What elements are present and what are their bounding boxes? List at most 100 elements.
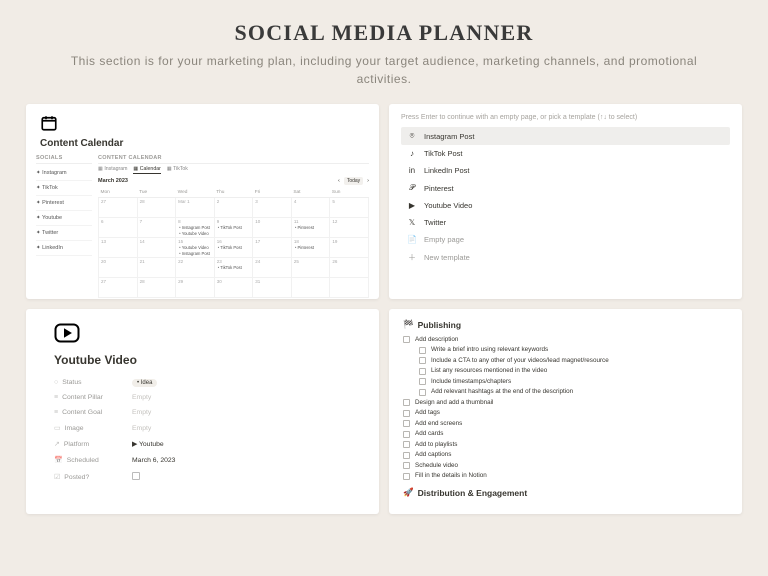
calendar-tab[interactable]: ▦ Calendar <box>133 166 160 174</box>
property-row[interactable]: ▭ImageEmpty <box>54 420 351 436</box>
template-option[interactable]: ＋New template <box>401 248 730 267</box>
calendar-cell[interactable]: 3 <box>253 198 292 218</box>
checklist-item[interactable]: List any resources mentioned in the vide… <box>403 366 728 377</box>
calendar-cell[interactable]: 24 <box>253 258 292 278</box>
checklist-item[interactable]: Schedule video <box>403 460 728 471</box>
property-value[interactable]: March 6, 2023 <box>132 457 175 464</box>
property-row[interactable]: ↗Platform▶ Youtube <box>54 436 351 452</box>
calendar-cell[interactable]: 30 <box>214 278 253 298</box>
checklist-item[interactable]: Add end screens <box>403 418 728 429</box>
checklist-item[interactable]: Include timestamps/chapters <box>403 376 728 387</box>
checkbox[interactable] <box>403 410 410 417</box>
checklist-item[interactable]: Add to playlists <box>403 439 728 450</box>
calendar-cell[interactable]: 21 <box>137 258 176 278</box>
checklist-item[interactable]: Include a CTA to any other of your video… <box>403 355 728 366</box>
calendar-cell[interactable]: 19 <box>330 238 369 258</box>
checklist-item[interactable]: Add tags <box>403 408 728 419</box>
calendar-tabs[interactable]: ▦ Instagram ▦ Calendar ▦ TikTok <box>98 166 369 174</box>
calendar-cell[interactable]: 23TikTok Post <box>214 258 253 278</box>
social-item[interactable]: ✦ TikTok <box>36 181 92 196</box>
next-month[interactable]: › <box>367 178 369 184</box>
checklist-item[interactable]: Add cards <box>403 429 728 440</box>
checkbox[interactable] <box>403 462 410 469</box>
calendar-event[interactable]: TikTok Post <box>217 245 251 250</box>
today-button[interactable]: Today <box>344 177 363 185</box>
template-option[interactable]: inLinkedIn Post <box>401 162 730 179</box>
calendar-cell[interactable]: 4 <box>291 198 330 218</box>
property-value[interactable]: ▶ Youtube <box>132 440 164 448</box>
template-option[interactable]: 𝒫Pinterest <box>401 179 730 197</box>
template-option[interactable]: ▶Youtube Video <box>401 197 730 214</box>
property-row[interactable]: 📅ScheduledMarch 6, 2023 <box>54 452 351 468</box>
calendar-event[interactable]: TikTok Post <box>217 225 251 230</box>
calendar-cell[interactable]: 22 <box>176 258 215 278</box>
property-value[interactable]: Empty <box>132 409 151 416</box>
checkbox[interactable] <box>132 472 140 480</box>
calendar-cell[interactable]: 29 <box>176 278 215 298</box>
calendar-cell[interactable]: 27 <box>99 278 138 298</box>
calendar-cell[interactable]: 6 <box>99 218 138 238</box>
calendar-tab[interactable]: ▦ TikTok <box>167 166 188 174</box>
calendar-cell[interactable]: 27 <box>99 198 138 218</box>
checklist-item[interactable]: Add captions <box>403 450 728 461</box>
property-row[interactable]: ≡Content PillarEmpty <box>54 390 351 405</box>
calendar-cell[interactable]: 18Pinterest <box>291 238 330 258</box>
checkbox[interactable] <box>403 441 410 448</box>
calendar-event[interactable]: Instagram Post <box>178 225 212 230</box>
calendar-cell[interactable]: 17 <box>253 238 292 258</box>
template-option[interactable]: 𝕏Twitter <box>401 214 730 231</box>
checkbox[interactable] <box>403 399 410 406</box>
property-value[interactable] <box>132 472 140 482</box>
checklist-item[interactable]: Fill in the details in Notion <box>403 471 728 482</box>
checklist-item[interactable]: Add description <box>403 334 728 345</box>
calendar-event[interactable]: Instagram Post <box>178 251 212 256</box>
calendar-cell[interactable]: 28 <box>137 198 176 218</box>
calendar-cell[interactable]: 31 <box>253 278 292 298</box>
calendar-cell[interactable]: 14 <box>137 238 176 258</box>
calendar-grid[interactable]: MonTueWedThuFriSatSun 2728Mar 12345678In… <box>98 188 369 298</box>
calendar-cell[interactable]: 8Instagram PostYoutube Video <box>176 218 215 238</box>
prev-month[interactable]: ‹ <box>338 178 340 184</box>
calendar-cell[interactable]: 7 <box>137 218 176 238</box>
checkbox[interactable] <box>403 452 410 459</box>
property-row[interactable]: ○Status• Idea <box>54 375 351 390</box>
calendar-event[interactable]: TikTok Post <box>217 265 251 270</box>
calendar-cell[interactable]: 28 <box>137 278 176 298</box>
calendar-cell[interactable] <box>291 278 330 298</box>
social-item[interactable]: ✦ LinkedIn <box>36 241 92 256</box>
property-row[interactable]: ≡Content GoalEmpty <box>54 405 351 420</box>
calendar-cell[interactable] <box>330 278 369 298</box>
property-value[interactable]: • Idea <box>132 379 157 386</box>
template-option[interactable]: ⌾Instagram Post <box>401 127 730 145</box>
calendar-cell[interactable]: 16TikTok Post <box>214 238 253 258</box>
property-value[interactable]: Empty <box>132 394 151 401</box>
checkbox[interactable] <box>419 347 426 354</box>
calendar-cell[interactable]: Mar 1 <box>176 198 215 218</box>
checkbox[interactable] <box>419 368 426 375</box>
calendar-cell[interactable]: 20 <box>99 258 138 278</box>
calendar-event[interactable]: Youtube Video <box>178 245 212 250</box>
property-row[interactable]: ☑Posted? <box>54 468 351 486</box>
calendar-cell[interactable]: 15Youtube VideoInstagram Post <box>176 238 215 258</box>
calendar-event[interactable]: Pinterest <box>294 225 328 230</box>
social-item[interactable]: ✦ Instagram <box>36 166 92 181</box>
checkbox[interactable] <box>419 389 426 396</box>
checkbox[interactable] <box>403 336 410 343</box>
checklist-item[interactable]: Design and add a thumbnail <box>403 397 728 408</box>
template-option[interactable]: 📄Empty page <box>401 231 730 248</box>
social-item[interactable]: ✦ Youtube <box>36 211 92 226</box>
social-item[interactable]: ✦ Pinterest <box>36 196 92 211</box>
calendar-event[interactable]: Pinterest <box>294 245 328 250</box>
checklist-item[interactable]: Add relevant hashtags at the end of the … <box>403 387 728 398</box>
calendar-cell[interactable]: 26 <box>330 258 369 278</box>
checkbox[interactable] <box>419 378 426 385</box>
template-option[interactable]: ♪TikTok Post <box>401 145 730 162</box>
calendar-cell[interactable]: 10 <box>253 218 292 238</box>
calendar-cell[interactable]: 5 <box>330 198 369 218</box>
checkbox[interactable] <box>403 431 410 438</box>
calendar-event[interactable]: Youtube Video <box>178 231 212 236</box>
calendar-tab[interactable]: ▦ Instagram <box>98 166 127 174</box>
checkbox[interactable] <box>403 420 410 427</box>
calendar-cell[interactable]: 25 <box>291 258 330 278</box>
calendar-cell[interactable]: 13 <box>99 238 138 258</box>
